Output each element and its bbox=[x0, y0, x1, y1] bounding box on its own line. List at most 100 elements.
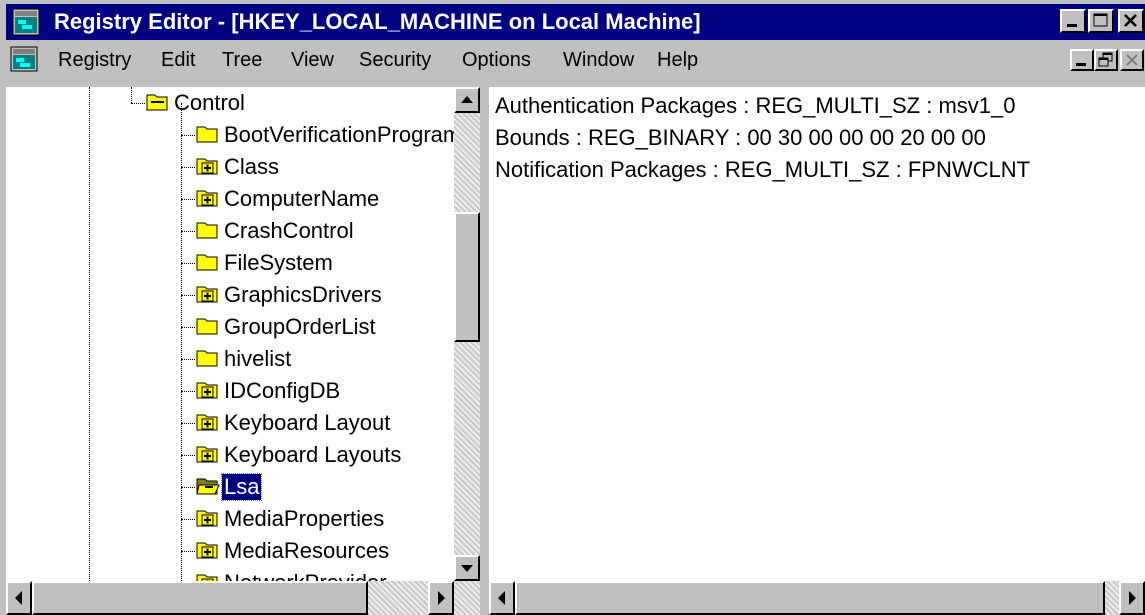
tree-node[interactable]: FileSystem bbox=[6, 247, 454, 279]
child-restore-button[interactable] bbox=[1094, 49, 1118, 71]
child-close-button[interactable] bbox=[1120, 49, 1144, 71]
child-window-icon[interactable] bbox=[10, 46, 38, 72]
tree-node-label: MediaProperties bbox=[224, 506, 385, 531]
menu-tree[interactable]: Tree bbox=[222, 48, 262, 72]
tree-node[interactable]: Class bbox=[6, 151, 454, 183]
scroll-thumb[interactable] bbox=[454, 212, 480, 342]
key-tree-pane[interactable]: Control BootVerificationProgram Class Comp… bbox=[6, 87, 454, 581]
menu-view[interactable]: View bbox=[291, 48, 334, 72]
tree-node[interactable]: GroupOrderList bbox=[6, 311, 454, 343]
value-entry[interactable]: Bounds : REG_BINARY : 00 30 00 00 00 20 … bbox=[495, 122, 986, 154]
child-minimize-button[interactable] bbox=[1070, 49, 1094, 71]
menu-bar: Registry Edit Tree View Security Options… bbox=[6, 40, 1145, 78]
menu-edit[interactable]: Edit bbox=[161, 48, 195, 72]
tree-node-label: Control bbox=[174, 90, 245, 115]
menu-registry[interactable]: Registry bbox=[58, 48, 131, 72]
folder-icon bbox=[196, 222, 218, 239]
folder-plus-icon bbox=[196, 382, 218, 399]
tree-node-label: BootVerificationProgram bbox=[224, 122, 454, 147]
tree-node-label: Keyboard Layouts bbox=[224, 442, 402, 467]
regedit-icon[interactable] bbox=[12, 8, 40, 36]
folder-plus-icon bbox=[196, 446, 218, 463]
tree-node-label: Lsa bbox=[220, 473, 263, 501]
menu-security[interactable]: Security bbox=[359, 48, 431, 72]
maximize-button[interactable] bbox=[1088, 9, 1114, 33]
value-entry[interactable]: Authentication Packages : REG_MULTI_SZ :… bbox=[495, 90, 1016, 122]
tree-node[interactable]: CrashControl bbox=[6, 215, 454, 247]
tree-node[interactable]: IDConfigDB bbox=[6, 375, 454, 407]
menu-help[interactable]: Help bbox=[657, 48, 698, 72]
menu-view-label: View bbox=[291, 49, 334, 71]
tree-connector bbox=[181, 423, 195, 424]
tree-node-label: FileSystem bbox=[224, 250, 333, 275]
close-icon bbox=[1124, 14, 1137, 27]
tree-node[interactable]: hivelist bbox=[6, 343, 454, 375]
restore-icon bbox=[1098, 52, 1113, 67]
tree-node-label: ComputerName bbox=[224, 186, 380, 211]
folder-open-icon bbox=[196, 478, 220, 495]
tree-connector bbox=[181, 167, 195, 168]
scroll-left-button[interactable] bbox=[489, 581, 515, 615]
tree-connector bbox=[181, 135, 195, 136]
tree-connector bbox=[181, 487, 195, 488]
folder-plus-icon bbox=[196, 414, 218, 431]
value-horizontal-scrollbar[interactable] bbox=[489, 581, 1145, 615]
arrow-down-icon bbox=[461, 565, 473, 572]
tree-node-label: GraphicsDrivers bbox=[224, 282, 382, 307]
menu-options[interactable]: Options bbox=[462, 48, 531, 72]
scroll-down-button[interactable] bbox=[454, 555, 480, 581]
tree-connector bbox=[181, 231, 195, 232]
arrow-right-icon bbox=[438, 591, 445, 605]
tree-horizontal-scrollbar[interactable] bbox=[6, 581, 480, 615]
tree-node-label: IDConfigDB bbox=[224, 378, 341, 403]
tree-node-label: Class bbox=[224, 154, 280, 179]
minimize-button[interactable] bbox=[1060, 9, 1086, 33]
close-button[interactable] bbox=[1118, 9, 1144, 33]
tree-node[interactable]: Lsa bbox=[6, 471, 454, 503]
scroll-thumb[interactable] bbox=[515, 581, 1105, 615]
scroll-right-button[interactable] bbox=[1119, 581, 1145, 615]
pane-splitter[interactable] bbox=[480, 87, 489, 615]
tree-connector bbox=[181, 359, 195, 360]
tree-node-control[interactable]: Control bbox=[6, 87, 454, 119]
value-pane[interactable]: Authentication Packages : REG_MULTI_SZ :… bbox=[489, 87, 1145, 581]
tree-connector bbox=[181, 551, 195, 552]
menu-edit-label: Edit bbox=[161, 49, 196, 71]
folder-plus-icon bbox=[196, 190, 218, 207]
scroll-up-button[interactable] bbox=[454, 87, 480, 113]
scroll-thumb[interactable] bbox=[32, 581, 368, 615]
minimize-icon bbox=[1067, 24, 1077, 27]
scroll-right-button[interactable] bbox=[428, 581, 454, 615]
tree-vertical-scrollbar[interactable] bbox=[454, 87, 480, 581]
folder-open-icon bbox=[146, 94, 168, 111]
menu-window[interactable]: Window bbox=[563, 48, 634, 72]
tree-node-label: MediaResources bbox=[224, 538, 390, 563]
tree-node[interactable]: MediaResources bbox=[6, 535, 454, 567]
folder-plus-icon bbox=[196, 510, 218, 527]
folder-plus-icon bbox=[196, 574, 218, 581]
folder-plus-icon bbox=[196, 542, 218, 559]
close-icon bbox=[1126, 54, 1138, 66]
tree-node-label: CrashControl bbox=[224, 218, 354, 243]
folder-icon bbox=[196, 318, 218, 335]
menu-tree-label: Tree bbox=[222, 49, 263, 71]
tree-node[interactable]: Keyboard Layouts bbox=[6, 439, 454, 471]
title-bar[interactable]: Registry Editor - [HKEY_LOCAL_MACHINE on… bbox=[6, 4, 1145, 40]
tree-node-label: hivelist bbox=[224, 346, 292, 371]
folder-plus-icon bbox=[196, 286, 218, 303]
tree-node[interactable]: GraphicsDrivers bbox=[6, 279, 454, 311]
value-entry[interactable]: Notification Packages : REG_MULTI_SZ : F… bbox=[495, 154, 1030, 186]
arrow-right-icon bbox=[1129, 591, 1136, 605]
window-title: Registry Editor - [HKEY_LOCAL_MACHINE on… bbox=[54, 9, 701, 34]
scroll-left-button[interactable] bbox=[6, 581, 32, 615]
tree-node[interactable]: NetworkProvider bbox=[6, 567, 454, 581]
menu-window-label: Window bbox=[563, 49, 635, 71]
tree-node[interactable]: ComputerName bbox=[6, 183, 454, 215]
tree-connector bbox=[181, 455, 195, 456]
maximize-icon bbox=[1093, 13, 1108, 27]
tree-node[interactable]: Keyboard Layout bbox=[6, 407, 454, 439]
tree-node[interactable]: MediaProperties bbox=[6, 503, 454, 535]
registry-editor-window: Registry Editor - [HKEY_LOCAL_MACHINE on… bbox=[0, 0, 1145, 615]
tree-node[interactable]: BootVerificationProgram bbox=[6, 119, 454, 151]
tree-connector bbox=[181, 327, 195, 328]
